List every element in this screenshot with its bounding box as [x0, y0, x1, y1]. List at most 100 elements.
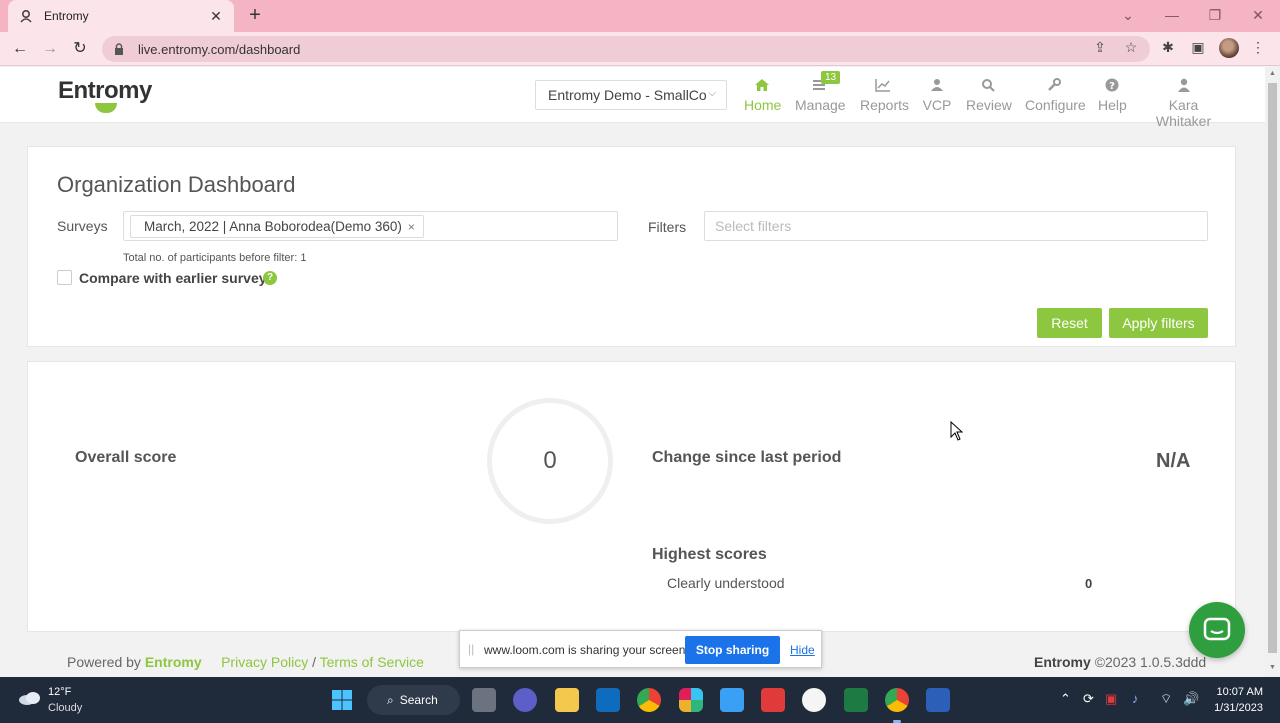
nav-review-label: Review: [966, 97, 1012, 113]
chat-launcher-button[interactable]: [1189, 602, 1245, 658]
survey-chip: March, 2022 | Anna Boborodea(Demo 360) ×: [130, 215, 424, 238]
app-icon[interactable]: [802, 688, 826, 712]
clock-time[interactable]: 10:07 AM: [1213, 686, 1263, 698]
sync-icon[interactable]: ⟳: [1083, 691, 1094, 707]
chevron-down-icon: ⌵: [708, 88, 716, 99]
nav-user-label: Kara Whitaker: [1155, 97, 1212, 129]
highest-score-value: 0: [1085, 576, 1093, 591]
extensions-icon[interactable]: ✱: [1158, 37, 1178, 57]
entromy-logo[interactable]: Entromy: [58, 77, 152, 105]
scroll-up-icon[interactable]: ▲: [1268, 70, 1277, 77]
file-explorer-icon[interactable]: [555, 688, 579, 712]
scroll-down-icon[interactable]: ▼: [1268, 664, 1277, 671]
change-value: N/A: [1156, 450, 1191, 472]
side-panel-icon[interactable]: ▣: [1188, 37, 1208, 57]
taskbar-search-label: Search: [399, 693, 438, 707]
profile-avatar[interactable]: [1219, 38, 1239, 58]
mouse-cursor-icon: [950, 420, 964, 446]
notepad-icon[interactable]: [720, 688, 744, 712]
cloud-icon: [18, 690, 42, 711]
lock-icon: [114, 42, 128, 56]
excel-icon[interactable]: [844, 688, 868, 712]
footer-brand[interactable]: Entromy: [145, 654, 202, 670]
org-select[interactable]: Entromy Demo - SmallCo ⌵: [535, 80, 727, 110]
taskbar-search[interactable]: ⌕ Search: [367, 685, 460, 715]
address-bar[interactable]: live.entromy.com/dashboard: [102, 36, 1150, 62]
privacy-link[interactable]: Privacy Policy: [221, 654, 308, 670]
loom-sharing-bar: || www.loom.com is sharing your screen. …: [459, 630, 822, 668]
chrome-icon[interactable]: [637, 688, 661, 712]
nav-vcp-label: VCP: [922, 97, 952, 113]
wrench-icon: [1025, 75, 1083, 95]
browser-tab[interactable]: Entromy ✕: [8, 0, 234, 32]
highest-score-item: Clearly understood: [667, 575, 785, 591]
page-content: Entromy Entromy Demo - SmallCo ⌵ Home 13…: [0, 67, 1265, 677]
stop-sharing-button[interactable]: Stop sharing: [685, 636, 780, 664]
bookmark-star-icon[interactable]: ☆: [1121, 37, 1141, 57]
browser-toolbar: ← → ↻ live.entromy.com/dashboard ⇪ ☆ ✱ ▣…: [0, 32, 1280, 66]
minimize-icon[interactable]: —: [1150, 4, 1194, 26]
microphone-icon[interactable]: ♪: [1132, 691, 1139, 706]
page-scrollbar[interactable]: ▲ ▼: [1265, 67, 1280, 677]
apply-filters-button[interactable]: Apply filters: [1109, 308, 1208, 338]
nav-configure-label: Configure: [1025, 97, 1086, 113]
nav-vcp[interactable]: VCP: [922, 75, 952, 113]
scroll-thumb[interactable]: [1268, 83, 1277, 653]
clock-date[interactable]: 1/31/2023: [1205, 702, 1263, 714]
wifi-icon[interactable]: ⌔: [1160, 691, 1172, 707]
weather-condition[interactable]: Cloudy: [48, 702, 82, 714]
windows-start-icon[interactable]: [330, 688, 354, 712]
new-tab-icon[interactable]: +: [244, 4, 266, 26]
weather-temp[interactable]: 12°F: [48, 686, 71, 698]
nav-reports[interactable]: Reports: [860, 75, 909, 113]
hide-link[interactable]: Hide: [790, 643, 815, 657]
nav-home-label: Home: [744, 97, 782, 113]
remove-chip-icon[interactable]: ×: [408, 220, 415, 234]
highest-scores-label: Highest scores: [652, 546, 767, 563]
chart-icon: [860, 75, 906, 95]
task-view-icon[interactable]: [472, 688, 496, 712]
nav-review[interactable]: Review: [966, 75, 1012, 113]
reload-icon[interactable]: ↻: [68, 38, 92, 60]
svg-text:?: ?: [1109, 81, 1115, 92]
volume-icon[interactable]: 🔊: [1183, 691, 1199, 707]
outlook-icon[interactable]: [596, 688, 620, 712]
filters-input[interactable]: Select filters: [704, 211, 1208, 241]
footer-right: Entromy ©2023 1.0.5.3ddd: [1034, 654, 1206, 670]
tab-search-icon[interactable]: ⌄: [1106, 4, 1150, 26]
menu-icon[interactable]: ⋮: [1248, 37, 1268, 57]
powerpoint-icon[interactable]: [761, 688, 785, 712]
org-select-value: Entromy Demo - SmallCo: [548, 87, 707, 103]
back-icon[interactable]: ←: [8, 38, 32, 60]
word-icon[interactable]: [926, 688, 950, 712]
nav-help[interactable]: ? Help: [1098, 75, 1127, 113]
nav-configure[interactable]: Configure: [1025, 75, 1086, 113]
restore-icon[interactable]: ❐: [1193, 4, 1237, 26]
drag-handle-icon[interactable]: ||: [468, 642, 474, 656]
reset-button[interactable]: Reset: [1037, 308, 1102, 338]
nav-user[interactable]: Kara Whitaker: [1141, 75, 1226, 129]
nav-manage[interactable]: 13 Manage: [795, 71, 846, 113]
copyright-text: ©2023 1.0.5.3ddd: [1094, 654, 1207, 670]
help-icon[interactable]: ?: [263, 271, 277, 285]
tray-overflow-icon[interactable]: ⌃: [1060, 691, 1071, 707]
share-icon[interactable]: ⇪: [1090, 37, 1110, 57]
url-text: live.entromy.com/dashboard: [138, 41, 301, 57]
overall-score-value: 0: [543, 447, 557, 474]
manage-badge: 13: [821, 71, 841, 84]
question-icon: ?: [1098, 75, 1126, 95]
slack-icon[interactable]: [679, 688, 703, 712]
tab-close-icon[interactable]: ✕: [208, 8, 224, 25]
forward-icon[interactable]: →: [38, 38, 62, 60]
teams-chat-icon[interactable]: [513, 688, 537, 712]
close-window-icon[interactable]: ✕: [1236, 4, 1280, 26]
terms-link[interactable]: Terms of Service: [320, 654, 424, 670]
chrome-active-icon[interactable]: [885, 688, 909, 712]
survey-chip-label: March, 2022 | Anna Boborodea(Demo 360): [144, 219, 402, 234]
surveys-select[interactable]: March, 2022 | Anna Boborodea(Demo 360) ×: [123, 211, 618, 241]
overall-score-gauge: 0: [487, 398, 613, 524]
tab-title: Entromy: [44, 9, 89, 23]
nav-home[interactable]: Home: [744, 75, 782, 113]
tray-app-icon[interactable]: ▣: [1105, 691, 1117, 707]
compare-checkbox[interactable]: [57, 270, 72, 285]
